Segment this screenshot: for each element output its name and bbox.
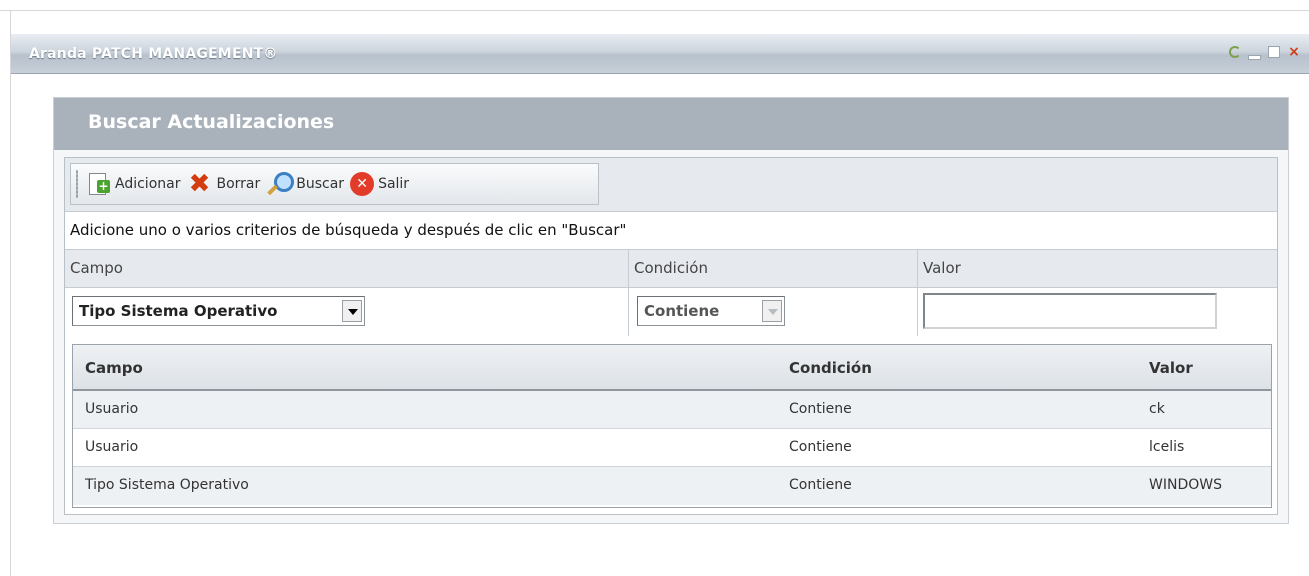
criteria-header: Campo Condición Valor (65, 250, 1277, 288)
grid-header-condition[interactable]: Condición (789, 359, 872, 377)
window-title: Aranda PATCH MANAGEMENT® (29, 46, 278, 62)
instructions-row: Adicione uno o varios criterios de búsqu… (65, 212, 1277, 250)
field-select[interactable]: Tipo Sistema Operativo (72, 296, 365, 326)
panel-title: Buscar Actualizaciones (88, 111, 335, 133)
search-button[interactable]: Buscar (266, 171, 344, 197)
grid-header-field[interactable]: Campo (85, 359, 143, 377)
add-document-icon (85, 171, 111, 197)
row-condition: Contiene (789, 439, 852, 455)
delete-button[interactable]: ✖ Borrar (186, 169, 261, 199)
row-field: Tipo Sistema Operativo (85, 477, 249, 493)
value-cell (918, 288, 1277, 336)
maximize-icon[interactable] (1267, 45, 1281, 59)
toolbar: Adicionar ✖ Borrar Buscar ✕ Salir (70, 163, 599, 205)
panel-content: Adicionar ✖ Borrar Buscar ✕ Salir Adicio… (64, 157, 1278, 515)
grid-header: Campo Condición Valor (73, 345, 1271, 391)
toolbar-row: Adicionar ✖ Borrar Buscar ✕ Salir (65, 158, 1277, 212)
search-updates-panel: Buscar Actualizaciones Adicionar ✖ Borra… (53, 97, 1289, 524)
delete-x-icon: ✖ (188, 169, 211, 199)
chevron-down-icon[interactable] (342, 300, 362, 322)
chevron-down-icon[interactable] (762, 300, 782, 322)
table-row[interactable]: Usuario Contiene ck (73, 391, 1271, 429)
row-value: lcelis (1149, 439, 1185, 455)
table-row[interactable]: Usuario Contiene lcelis (73, 429, 1271, 467)
toolbar-grip[interactable] (76, 170, 78, 198)
criteria-header-condition: Condición (629, 250, 918, 288)
minimize-icon[interactable] (1247, 45, 1261, 60)
row-value: WINDOWS (1149, 477, 1222, 493)
criteria-input-row: Tipo Sistema Operativo Contiene (65, 288, 1277, 336)
instructions-text: Adicione uno o varios criterios de búsqu… (70, 221, 627, 239)
row-field: Usuario (85, 401, 139, 417)
close-icon[interactable]: × (1287, 45, 1301, 59)
refresh-icon[interactable] (1227, 45, 1241, 59)
window-left-border (10, 10, 11, 576)
condition-select[interactable]: Contiene (637, 296, 785, 326)
row-condition: Contiene (789, 401, 852, 417)
row-condition: Contiene (789, 477, 852, 493)
row-field: Usuario (85, 439, 139, 455)
criteria-grid: Campo Condición Valor Usuario Contiene c… (72, 344, 1272, 508)
delete-button-label: Borrar (216, 176, 261, 192)
table-row[interactable]: Tipo Sistema Operativo Contiene WINDOWS (73, 467, 1271, 505)
window-controls: × (1227, 45, 1301, 60)
field-select-value: Tipo Sistema Operativo (79, 302, 278, 320)
value-input[interactable] (923, 293, 1217, 329)
window-titlebar[interactable]: Aranda PATCH MANAGEMENT® × (11, 34, 1309, 74)
search-button-label: Buscar (296, 176, 345, 192)
exit-icon: ✕ (350, 172, 375, 196)
field-cell: Tipo Sistema Operativo (65, 288, 629, 336)
criteria-header-field: Campo (65, 250, 629, 288)
criteria-header-value: Valor (923, 259, 961, 277)
search-icon (266, 171, 295, 197)
grid-header-value[interactable]: Valor (1149, 359, 1193, 377)
window-top-border (0, 10, 1309, 11)
row-value: ck (1149, 401, 1165, 417)
add-button-label: Adicionar (115, 176, 181, 192)
panel-header: Buscar Actualizaciones (54, 98, 1288, 150)
exit-button[interactable]: ✕ Salir (350, 172, 409, 196)
add-button[interactable]: Adicionar (85, 171, 180, 197)
exit-button-label: Salir (378, 176, 410, 192)
condition-select-value: Contiene (644, 302, 720, 320)
condition-cell: Contiene (629, 288, 918, 336)
